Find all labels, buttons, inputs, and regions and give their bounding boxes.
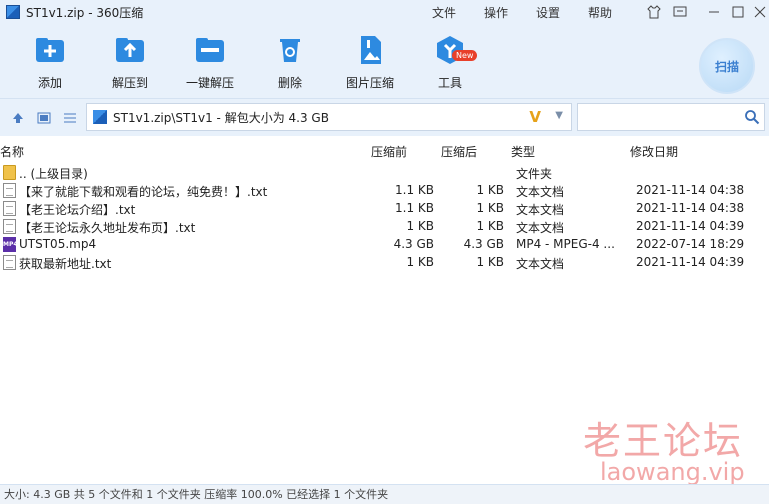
menu-operation[interactable]: 操作	[484, 0, 508, 24]
extract-to-button[interactable]: 解压到	[90, 34, 170, 91]
menu-help[interactable]: 帮助	[588, 0, 612, 24]
list-item[interactable]: 【老王论坛介绍】.txt 1.1 KB 1 KB 文本文档 2021-11-14…	[0, 200, 769, 218]
close-icon[interactable]	[751, 3, 769, 21]
menu-file[interactable]: 文件	[432, 0, 456, 24]
delete-button[interactable]: 删除	[250, 34, 330, 91]
column-compressed-before[interactable]: 压缩前	[371, 143, 407, 160]
message-icon[interactable]	[671, 3, 689, 21]
list-header: 名称 压缩前 压缩后 类型 修改日期	[0, 136, 769, 164]
image-compress-button[interactable]: 图片压缩	[330, 34, 410, 91]
list-view-icon[interactable]	[62, 110, 78, 126]
text-file-icon	[3, 255, 16, 270]
text-file-icon	[3, 219, 16, 234]
minimize-icon[interactable]	[705, 3, 723, 21]
extract-to-icon	[114, 34, 146, 66]
column-compressed-after[interactable]: 压缩后	[441, 143, 477, 160]
one-click-extract-icon	[194, 34, 226, 66]
search-input[interactable]	[577, 103, 765, 131]
zip-icon	[93, 110, 107, 124]
path-text: ST1v1.zip\ST1v1 - 解包大小为 4.3 GB	[113, 110, 329, 125]
add-icon	[34, 34, 66, 66]
address-bar: ST1v1.zip\ST1v1 - 解包大小为 4.3 GB V ▼	[0, 98, 769, 136]
scan-button[interactable]: 扫描	[699, 38, 755, 94]
text-file-icon	[3, 183, 16, 198]
path-field[interactable]: ST1v1.zip\ST1v1 - 解包大小为 4.3 GB V ▼	[86, 103, 572, 131]
skin-icon[interactable]	[645, 3, 663, 21]
chevron-down-icon[interactable]: ▼	[555, 110, 563, 121]
toolbar: 添加 解压到 一键解压 删除 图片压缩 工具 New 扫描	[0, 24, 769, 98]
tools-button[interactable]: 工具	[410, 34, 490, 91]
status-bar: 大小: 4.3 GB 共 5 个文件和 1 个文件夹 压缩率 100.0% 已经…	[0, 484, 769, 504]
column-name[interactable]: 名称	[0, 143, 24, 160]
text-file-icon	[3, 201, 16, 216]
video-file-icon: MP4	[3, 237, 18, 252]
list-item[interactable]: 【来了就能下载和观看的论坛，纯免费！】.txt 1.1 KB 1 KB 文本文档…	[0, 182, 769, 200]
recycle-bin-icon	[274, 34, 306, 66]
watermark-cn: 老王论坛	[583, 419, 744, 463]
thumbnail-view-icon[interactable]	[36, 110, 52, 126]
list-item[interactable]: 获取最新地址.txt 1 KB 1 KB 文本文档 2021-11-14 04:…	[0, 254, 769, 272]
list-item[interactable]: .. (上级目录) 文件夹	[0, 164, 769, 182]
verified-v-icon: V	[529, 108, 541, 126]
column-modified[interactable]: 修改日期	[630, 143, 678, 160]
column-type[interactable]: 类型	[511, 143, 535, 160]
folder-icon	[3, 165, 16, 180]
image-compress-icon	[354, 34, 386, 66]
window-title: ST1v1.zip - 360压缩	[26, 5, 144, 20]
maximize-icon[interactable]	[729, 3, 747, 21]
list-item[interactable]: 【老王论坛永久地址发布页】.txt 1 KB 1 KB 文本文档 2021-11…	[0, 218, 769, 236]
new-badge: New	[452, 50, 478, 61]
watermark-en: laowang.vip	[600, 458, 745, 486]
app-icon	[6, 5, 20, 19]
menu-settings[interactable]: 设置	[536, 0, 560, 24]
up-arrow-icon[interactable]	[10, 110, 26, 126]
add-button[interactable]: 添加	[10, 34, 90, 91]
search-icon[interactable]	[744, 109, 760, 125]
list-item[interactable]: MP4 UTST05.mp4 4.3 GB 4.3 GB MP4 - MPEG-…	[0, 236, 769, 254]
one-click-extract-button[interactable]: 一键解压	[170, 34, 250, 91]
